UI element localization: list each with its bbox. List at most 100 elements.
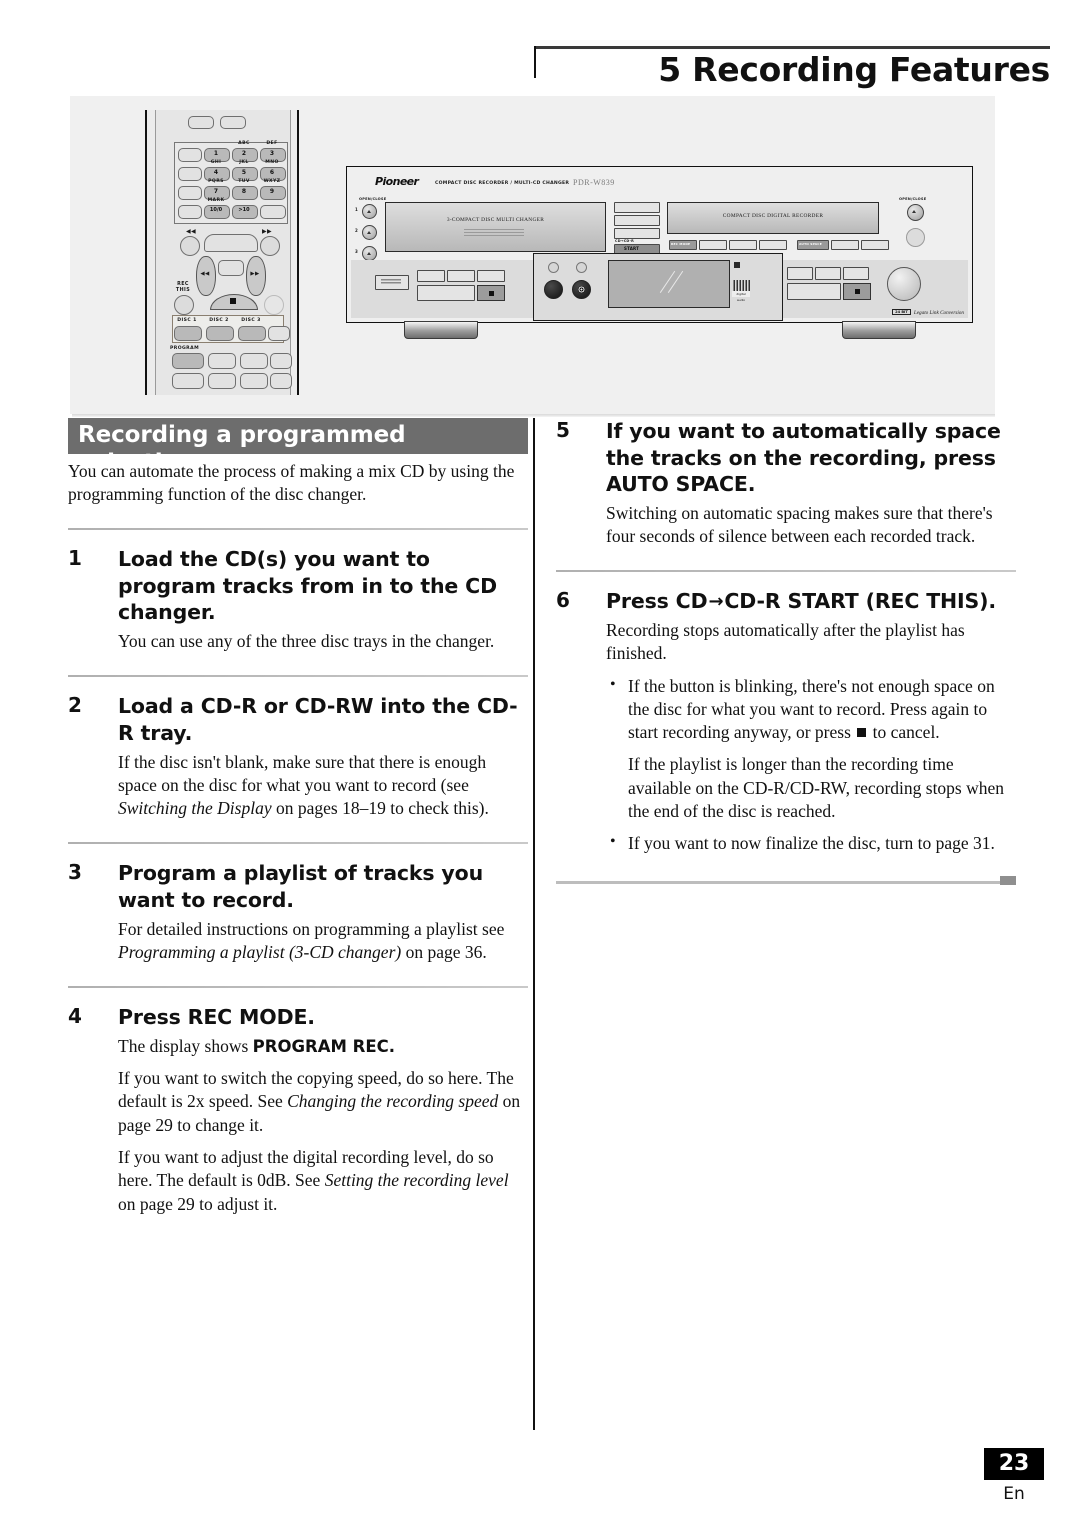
remote-rec-this-button — [174, 295, 194, 315]
recorder-disc-tray: COMPACT DISC DIGITAL RECORDER — [667, 202, 879, 234]
section-intro: You can automate the process of making a… — [68, 461, 515, 505]
remote-program-button — [172, 353, 204, 369]
deck-right-button-2 — [699, 240, 727, 250]
remote-side-button-3 — [178, 186, 202, 200]
header-rule — [534, 46, 1050, 49]
deck-foot-left — [404, 321, 478, 339]
remote-key-2-label: 2 — [241, 150, 247, 157]
remote-fwd-scan-label: ▶▶ — [250, 271, 260, 277]
eject-button-2 — [362, 225, 377, 240]
step-6-heading-part-b: CD-R START (REC THIS). — [724, 589, 996, 614]
compact-disc-logo: digital audio — [732, 280, 750, 302]
step-2-body-part-a: If the disc isn't blank, make sure that … — [118, 751, 487, 795]
step-4-body-2-italic: Changing the recording speed — [287, 1091, 499, 1112]
eject-button-1 — [362, 204, 377, 219]
tray-number-3: 3 — [355, 249, 358, 254]
remote-skip-fwd-button — [260, 236, 280, 256]
header-tick — [534, 46, 536, 78]
cd-logo-top — [732, 280, 750, 291]
step-1-body: You can use any of the three disc trays … — [118, 631, 495, 652]
divider-rule-1 — [68, 528, 528, 531]
remote-row8-button-4 — [270, 373, 292, 389]
remote-disc-blank-button — [268, 326, 290, 341]
step-6-bullet-2: If you want to now finalize the disc, tu… — [606, 831, 1016, 855]
deck-right-button-5 — [831, 240, 859, 250]
open-close-left-label: OPEN/CLOSE — [359, 197, 387, 201]
remote-key-9-label: 9 — [269, 188, 275, 195]
deck-right-lower-button-2 — [815, 267, 841, 280]
divider-rule-3 — [68, 842, 528, 845]
stop-square-icon — [857, 728, 867, 738]
remote-key-3-hint: DEF — [266, 141, 278, 146]
deck-right-button-4 — [759, 240, 787, 250]
step-5: 5 If you want to automatically space the… — [556, 418, 1016, 548]
remote-row8-button-3 — [240, 373, 268, 389]
remote-play-button — [204, 234, 258, 252]
remote-side-button-1 — [178, 148, 202, 162]
step-6-body-1: Recording stops automatically after the … — [606, 620, 965, 664]
deck-front-panel: Pioneer COMPACT DISC RECORDER / MULTI-CD… — [346, 166, 973, 323]
remote-control-illustration: 1 ABC 2 DEF 3 GHI 4 JKL 5 MNO 6 PQRS 7 T… — [145, 110, 299, 395]
pioneer-logo: Pioneer — [375, 175, 419, 188]
tray-number-2: 2 — [355, 228, 358, 233]
step-4-body-3: If you want to adjust the digital record… — [118, 1146, 528, 1216]
deck-model-number: PDR-W839 — [573, 178, 615, 187]
remote-key-9-hint: WXYZ — [263, 179, 281, 184]
deck-foot-right — [842, 321, 916, 339]
remote-rev-scan-label: ◀◀ — [200, 271, 210, 277]
remote-key-6-hint: MNO — [265, 160, 279, 165]
remote-top-button-2 — [220, 116, 246, 129]
eject-button-3 — [362, 246, 377, 261]
remote-key-8-label: 8 — [241, 188, 247, 195]
deck-right-lower-button-3 — [843, 267, 869, 280]
step-4-body-2: If you want to switch the copying speed,… — [118, 1067, 528, 1137]
remote-skip-back-label: ◀◀ — [185, 228, 197, 235]
remote-row7-button-4 — [270, 353, 292, 369]
recorder-tray-label: COMPACT DISC DIGITAL RECORDER — [722, 213, 824, 219]
step-4-heading: Press REC MODE. — [118, 1005, 315, 1030]
step-4-body-3-italic: Setting the recording level — [324, 1170, 509, 1191]
deck-subtitle: COMPACT DISC RECORDER / MULTI-CD CHANGER — [435, 181, 570, 186]
remote-key-1-label: 1 — [213, 150, 219, 157]
deck-center-button-1 — [614, 202, 660, 213]
remote-key-7-hint: PQRS — [208, 179, 224, 184]
remote-row8-button-2 — [208, 373, 236, 389]
step-1-heading: Load the CD(s) you want to program track… — [118, 547, 497, 625]
tray-vent-lines — [464, 229, 524, 237]
remote-key-10-label: 10/0 — [209, 207, 223, 213]
right-arrow-icon: → — [708, 591, 724, 613]
jog-dial-knob — [887, 267, 921, 301]
legato-link-mark: 24 BIT Legato Link Conversion — [892, 309, 964, 316]
product-illustration: 1 ABC 2 DEF 3 GHI 4 JKL 5 MNO 6 PQRS 7 T… — [70, 96, 995, 414]
changer-disc-tray: 3-COMPACT DISC MULTI CHANGER — [385, 202, 606, 252]
step-3-number: 3 — [68, 860, 82, 885]
step-4-body-3-part-b: on page 29 to adjust it. — [118, 1193, 278, 1214]
deck-lower-button-1 — [417, 270, 445, 282]
remote-program-label: PROGRAM — [170, 346, 200, 351]
remote-key-5-hint: JKL — [239, 160, 249, 165]
remote-key-7-label: 7 — [213, 188, 219, 195]
eject-button-recorder — [907, 204, 924, 221]
step-6-heading: Press CD→CD-R START (REC THIS). — [606, 588, 1016, 615]
remote-side-button-4 — [178, 205, 202, 219]
rec-mode-label: REC MODE — [671, 242, 691, 246]
step-6-bullet-1-part-b: to cancel. — [868, 722, 940, 743]
step-2-body-italic: Switching the Display — [118, 798, 272, 819]
step-2: 2 Load a CD-R or CD-RW into the CD-R tra… — [68, 693, 528, 820]
remote-side-button-2 — [178, 167, 202, 181]
step-6-bullet-1-part-a: If the button is blinking, there's not e… — [628, 675, 995, 743]
step-3: 3 Program a playlist of tracks you want … — [68, 860, 528, 964]
remote-disc1-button — [174, 326, 202, 341]
legato-text: Legato Link Conversion — [913, 310, 964, 316]
remote-rec-this-label-1: REC — [177, 282, 189, 287]
auto-space-label: AUTO SPACE — [799, 242, 822, 246]
left-column: Recording a programmed selection You can… — [68, 418, 528, 1216]
remote-key-5-label: 5 — [241, 169, 247, 176]
remote-key-6-label: 6 — [269, 169, 275, 176]
remote-skip-back-button — [180, 236, 200, 256]
step-3-body-part-b: on page 36. — [401, 942, 487, 962]
step-6: 6 Press CD→CD-R START (REC THIS). Record… — [556, 588, 1016, 855]
remote-row7-button-3 — [240, 353, 268, 369]
step-6-number: 6 — [556, 588, 570, 613]
step-5-body: Switching on automatic spacing makes sur… — [606, 502, 993, 547]
